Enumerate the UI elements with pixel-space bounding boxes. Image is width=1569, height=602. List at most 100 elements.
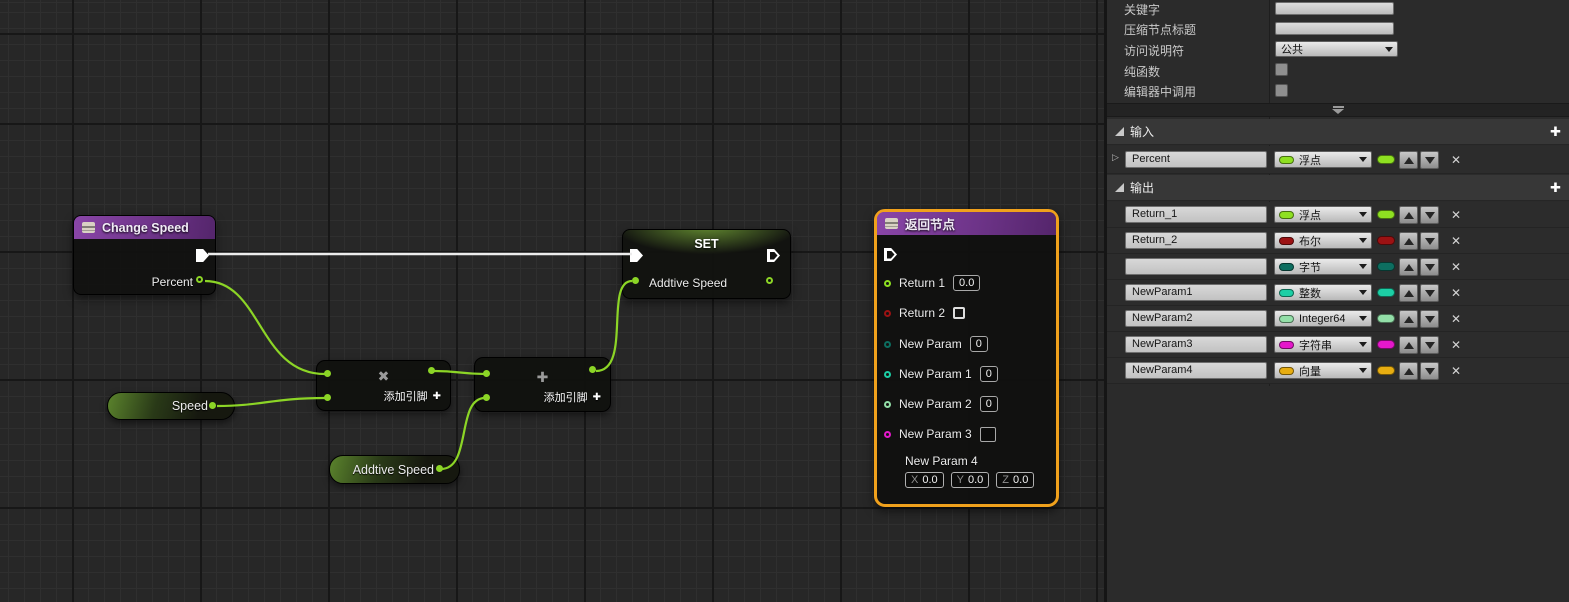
param-type-select[interactable]: 字节 [1274, 258, 1372, 275]
pin-text-field[interactable] [980, 427, 996, 442]
add-pin-button[interactable]: 添加引脚 ✚ [384, 388, 441, 404]
var-node-speed[interactable]: Speed [107, 392, 235, 420]
outputs-section-header[interactable]: 输出 ✚ [1107, 175, 1569, 201]
addtive-out-pin[interactable] [436, 465, 443, 472]
pure-function-checkbox[interactable] [1275, 63, 1288, 76]
param-type-value: 字符串 [1299, 337, 1332, 353]
pin-value-field[interactable]: 0 [980, 396, 998, 412]
addtive-speed-out-pin[interactable] [766, 277, 773, 284]
move-up-button[interactable] [1399, 336, 1418, 354]
move-down-button[interactable] [1420, 151, 1439, 169]
node-return[interactable]: 返回节点 Return 1 0.0 Return 2 New Param 0 N… [874, 209, 1059, 507]
inputs-section-header[interactable]: 输入 ✚ [1107, 119, 1569, 145]
move-down-button[interactable] [1420, 284, 1439, 302]
node-header[interactable]: Change Speed [74, 216, 215, 239]
pin-new-param[interactable] [884, 341, 891, 348]
add-input-button[interactable]: ✚ [1550, 124, 1561, 140]
remove-param-button[interactable]: ✕ [1451, 234, 1461, 248]
remove-param-button[interactable]: ✕ [1451, 260, 1461, 274]
param-name-input[interactable]: NewParam3 [1125, 336, 1267, 353]
add-out-pin[interactable] [589, 366, 596, 373]
call-in-editor-checkbox[interactable] [1275, 84, 1288, 97]
pin-new-param-2[interactable] [884, 401, 891, 408]
node-add[interactable]: ✚ 添加引脚 ✚ [474, 357, 611, 412]
keywords-input[interactable] [1275, 2, 1394, 15]
move-up-button[interactable] [1399, 232, 1418, 250]
vector-z-field[interactable]: Z 0.0 [996, 472, 1034, 488]
param-type-select[interactable]: 向量 [1274, 362, 1372, 379]
pass-by-reference-pill[interactable] [1377, 340, 1395, 349]
param-name-input[interactable]: Percent [1125, 151, 1267, 168]
add-output-button[interactable]: ✚ [1550, 180, 1561, 196]
remove-param-button[interactable]: ✕ [1451, 364, 1461, 378]
node-change-speed[interactable]: Change Speed Percent [73, 215, 216, 295]
pin-value-field[interactable]: 0.0 [953, 275, 980, 291]
pin-value-field[interactable]: 0 [970, 336, 988, 352]
node-set[interactable]: SET Addtive Speed [622, 229, 791, 299]
graph-canvas[interactable]: Change Speed Percent SET Addtive Speed S… [0, 0, 1104, 602]
var-node-addtive-speed[interactable]: Addtive Speed [329, 455, 460, 484]
add-in-pin-a[interactable] [483, 370, 490, 377]
pin-return-2[interactable] [884, 310, 891, 317]
node-multiply[interactable]: ✖ 添加引脚 ✚ [316, 360, 451, 411]
pin-checkbox[interactable] [953, 307, 965, 319]
move-up-button[interactable] [1399, 362, 1418, 380]
move-up-button[interactable] [1399, 151, 1418, 169]
move-down-button[interactable] [1420, 336, 1439, 354]
speed-out-pin[interactable] [209, 402, 216, 409]
pass-by-reference-pill[interactable] [1377, 210, 1395, 219]
remove-param-button[interactable]: ✕ [1451, 208, 1461, 222]
remove-param-button[interactable]: ✕ [1451, 153, 1461, 167]
pin-new-param-3[interactable] [884, 431, 891, 438]
access-specifier-select[interactable]: 公共 [1275, 41, 1398, 57]
pass-by-reference-pill[interactable] [1377, 366, 1395, 375]
remove-param-button[interactable]: ✕ [1451, 338, 1461, 352]
compact-title-input[interactable] [1275, 22, 1394, 35]
pass-by-reference-pill[interactable] [1377, 262, 1395, 271]
pin-new-param-1[interactable] [884, 371, 891, 378]
move-down-button[interactable] [1420, 310, 1439, 328]
move-up-button[interactable] [1399, 206, 1418, 224]
param-name-input[interactable]: NewParam1 [1125, 284, 1267, 301]
param-name-input[interactable]: NewParam4 [1125, 362, 1267, 379]
advanced-expander[interactable] [1107, 103, 1569, 117]
remove-param-button[interactable]: ✕ [1451, 312, 1461, 326]
pass-by-reference-pill[interactable] [1377, 314, 1395, 323]
pin-return-1[interactable] [884, 280, 891, 287]
param-type-select[interactable]: 字符串 [1274, 336, 1372, 353]
multiply-out-pin[interactable] [428, 367, 435, 374]
move-down-button[interactable] [1420, 232, 1439, 250]
pass-by-reference-pill[interactable] [1377, 236, 1395, 245]
percent-out-pin[interactable] [196, 276, 203, 283]
pin-value-field[interactable]: 0 [980, 366, 998, 382]
add-pin-button[interactable]: 添加引脚 ✚ [544, 389, 601, 405]
move-down-button[interactable] [1420, 206, 1439, 224]
param-type-select[interactable]: 浮点 [1274, 206, 1372, 223]
move-up-button[interactable] [1399, 284, 1418, 302]
multiply-in-pin-a[interactable] [324, 370, 331, 377]
row-expander-icon[interactable]: ▷ [1112, 152, 1119, 163]
exec-out-pin[interactable] [196, 249, 209, 262]
param-name-input[interactable] [1125, 258, 1267, 275]
param-name-input[interactable]: Return_1 [1125, 206, 1267, 223]
param-type-select[interactable]: Integer64 [1274, 310, 1372, 327]
move-down-button[interactable] [1420, 258, 1439, 276]
param-type-select[interactable]: 布尔 [1274, 232, 1372, 249]
move-down-button[interactable] [1420, 362, 1439, 380]
multiply-in-pin-b[interactable] [324, 394, 331, 401]
pass-by-reference-pill[interactable] [1377, 288, 1395, 297]
exec-in-pin[interactable] [884, 248, 897, 261]
param-type-select[interactable]: 浮点 [1274, 151, 1372, 168]
vector-x-field[interactable]: X 0.0 [905, 472, 944, 488]
remove-param-button[interactable]: ✕ [1451, 286, 1461, 300]
param-name-input[interactable]: Return_2 [1125, 232, 1267, 249]
param-name-input[interactable]: NewParam2 [1125, 310, 1267, 327]
param-type-select[interactable]: 整数 [1274, 284, 1372, 301]
move-up-button[interactable] [1399, 258, 1418, 276]
node-header[interactable]: 返回节点 [877, 212, 1056, 235]
move-up-button[interactable] [1399, 310, 1418, 328]
addtive-speed-in-pin[interactable] [632, 277, 639, 284]
add-in-pin-b[interactable] [483, 394, 490, 401]
pass-by-reference-pill[interactable] [1377, 155, 1395, 164]
vector-y-field[interactable]: Y 0.0 [951, 472, 990, 488]
